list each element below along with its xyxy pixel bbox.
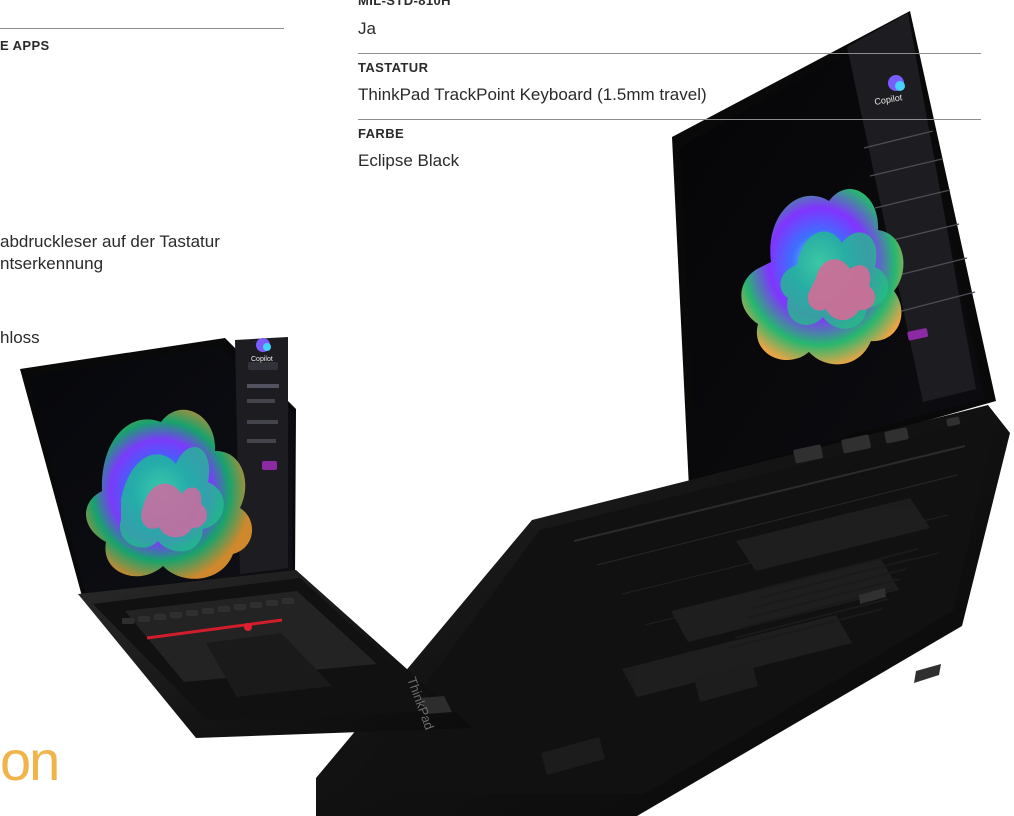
left-feature-line-2: ntserkennung xyxy=(0,254,104,274)
left-feature-text: abdruckleser auf der Tastatur ntserkennu… xyxy=(0,231,278,275)
product-spec-page: Copilot ThinkPad Copilot E APPS abdruckl… xyxy=(0,0,1014,816)
spec-divider-keyboard xyxy=(358,53,981,54)
left-feature-line-1: abdruckleser auf der Tastatur xyxy=(0,232,220,251)
spec-value-keyboard: ThinkPad TrackPoint Keyboard (1.5mm trav… xyxy=(358,85,707,104)
left-section-divider xyxy=(0,28,284,29)
spec-value-mil-std: Ja xyxy=(358,19,376,38)
spec-label-mil-std: MIL-STD-810H xyxy=(358,0,451,8)
spec-text-layer: E APPS abdruckleser auf der Tastatur nts… xyxy=(0,0,1014,816)
partial-brand-text: on xyxy=(0,729,60,792)
spec-divider-color xyxy=(358,119,981,120)
spec-label-color: FARBE xyxy=(358,126,405,141)
spec-value-color: Eclipse Black xyxy=(358,151,460,170)
left-feature-last-line: hloss xyxy=(0,328,40,347)
left-section-label: E APPS xyxy=(0,38,50,53)
spec-label-keyboard: TASTATUR xyxy=(358,60,429,75)
